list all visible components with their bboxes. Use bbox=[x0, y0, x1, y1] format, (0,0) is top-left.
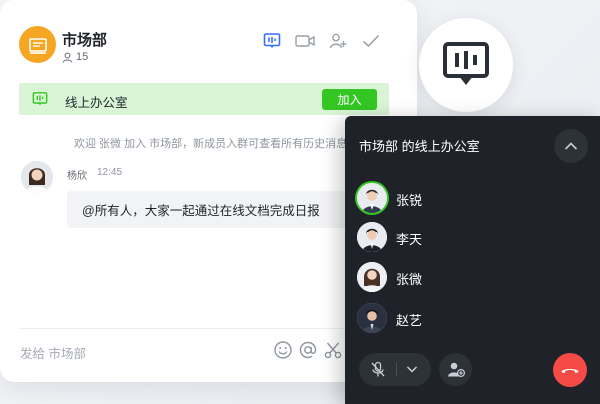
online-office-panel: 市场部 的线上办公室 张锐 李天 张微 赵艺 bbox=[345, 116, 600, 404]
meeting-room-icon bbox=[443, 42, 489, 85]
add-member-icon[interactable] bbox=[328, 31, 348, 51]
system-message: 欢迎 张微 加入 市场部，新成员入群可查看所有历史消息 bbox=[74, 138, 348, 150]
message-bubble[interactable]: @所有人，大家一起通过在线文档完成日报 bbox=[67, 191, 367, 228]
phone-hangup-icon bbox=[561, 369, 579, 374]
avatar bbox=[357, 183, 387, 213]
panel-title: 市场部 的线上办公室 bbox=[359, 139, 480, 154]
avatar bbox=[357, 303, 387, 333]
video-camera-icon[interactable] bbox=[295, 31, 315, 51]
participant-name: 李天 bbox=[396, 232, 423, 247]
meeting-room-icon[interactable] bbox=[262, 31, 282, 51]
message-sender: 杨欣 bbox=[67, 171, 87, 182]
collapse-button[interactable] bbox=[554, 129, 588, 163]
avatar[interactable] bbox=[21, 161, 53, 193]
chat-header: 市场部 15 bbox=[0, 0, 417, 80]
at-mention-icon[interactable] bbox=[298, 340, 318, 360]
chevron-down-icon[interactable] bbox=[406, 365, 418, 374]
office-bar-label: 线上办公室 bbox=[65, 96, 128, 110]
group-building-icon bbox=[28, 37, 47, 54]
message-text: @所有人，大家一起通过在线文档完成日报 bbox=[82, 204, 320, 218]
person-icon bbox=[62, 52, 73, 63]
member-count-value: 15 bbox=[76, 51, 89, 63]
microphone-control[interactable] bbox=[359, 353, 431, 386]
add-member-icon bbox=[447, 362, 465, 377]
group-avatar[interactable] bbox=[19, 26, 56, 63]
participant-item[interactable]: 张微 bbox=[357, 262, 557, 294]
hang-up-button[interactable] bbox=[553, 353, 587, 387]
meeting-room-icon bbox=[32, 92, 48, 106]
message-time: 12:45 bbox=[97, 167, 123, 178]
check-icon[interactable] bbox=[361, 31, 381, 51]
microphone-muted-icon bbox=[371, 361, 385, 377]
invite-member-button[interactable] bbox=[439, 353, 472, 386]
join-button[interactable]: 加入 bbox=[322, 89, 377, 110]
meeting-room-badge bbox=[419, 18, 513, 112]
participant-name: 张微 bbox=[396, 272, 423, 287]
avatar bbox=[357, 262, 387, 292]
scissors-icon[interactable] bbox=[323, 340, 343, 360]
participant-item[interactable]: 赵艺 bbox=[357, 303, 557, 335]
message-input[interactable]: 发给 市场部 bbox=[20, 343, 86, 362]
participant-item[interactable]: 张锐 bbox=[357, 183, 557, 215]
online-office-bar[interactable]: 线上办公室 加入 bbox=[19, 83, 389, 115]
participant-name: 张锐 bbox=[396, 193, 423, 208]
participant-item[interactable]: 李天 bbox=[357, 222, 557, 254]
avatar bbox=[357, 222, 387, 252]
chevron-up-icon bbox=[564, 142, 578, 150]
divider bbox=[19, 328, 349, 329]
member-count[interactable]: 15 bbox=[62, 51, 88, 63]
participant-name: 赵艺 bbox=[396, 313, 423, 328]
emoji-icon[interactable] bbox=[273, 340, 293, 360]
header-actions bbox=[262, 31, 381, 51]
divider bbox=[396, 363, 397, 376]
chat-title[interactable]: 市场部 bbox=[62, 29, 107, 50]
